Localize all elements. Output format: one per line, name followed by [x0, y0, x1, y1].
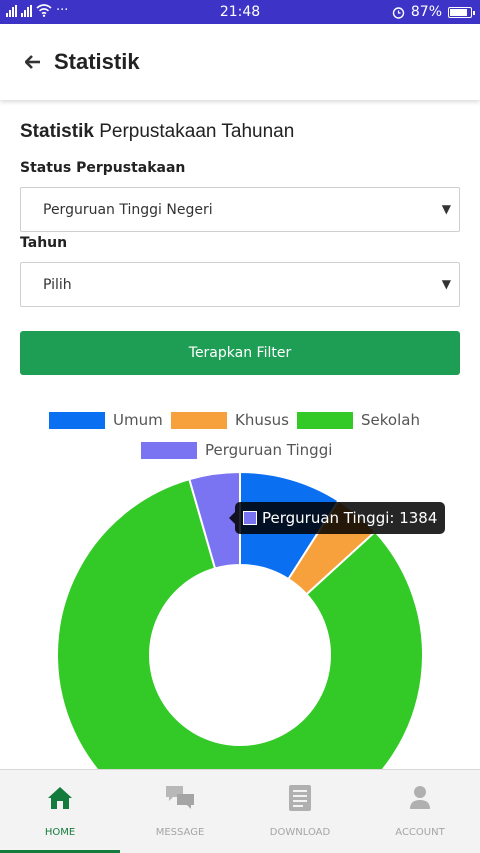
year-select[interactable]: Pilih ▼ — [20, 262, 460, 307]
app-bar: Statistik — [0, 24, 480, 100]
section-title-bold: Statistik — [20, 121, 94, 142]
account-icon — [410, 786, 430, 809]
arrow-left-icon — [25, 55, 40, 69]
download-icon — [289, 785, 311, 811]
nav-download[interactable]: DOWNLOAD — [240, 770, 360, 853]
tooltip-swatch — [243, 511, 257, 525]
year-select-value: Pilih — [43, 276, 72, 293]
nav-download-label: DOWNLOAD — [269, 827, 331, 838]
battery-percent: 87% — [410, 4, 442, 20]
section-title-rest: Perpustakaan Tahunan — [93, 121, 295, 142]
apply-filter-label: Terapkan Filter — [188, 345, 292, 361]
nav-account[interactable]: ACCOUNT — [360, 770, 480, 853]
legend-label-umum: Umum — [113, 411, 163, 429]
apply-filter-button[interactable]: Terapkan Filter — [20, 331, 460, 375]
section-title: Statistik Perpustakaan Tahunan — [20, 121, 294, 143]
tooltip-text: Perguruan Tinggi: 1384 — [262, 509, 438, 527]
status-right: 87% — [392, 4, 475, 20]
status-select-value: Perguruan Tinggi Negeri — [43, 201, 213, 218]
legend-label-sekolah: Sekolah — [361, 411, 420, 429]
battery-level — [450, 8, 467, 16]
legend-swatch-sekolah — [297, 411, 353, 429]
nav-message[interactable]: MESSAGE — [120, 770, 240, 853]
legend-swatch-khusus — [171, 411, 227, 429]
legend-label-khusus: Khusus — [235, 411, 289, 429]
year-label: Tahun — [20, 235, 68, 251]
message-icon — [166, 786, 194, 809]
chart-tooltip: Perguruan Tinggi: 1384 — [228, 502, 446, 534]
status-label: Status Perpustakaan — [20, 160, 186, 176]
legend-item-sekolah[interactable]: Sekolah — [297, 411, 420, 429]
status-select[interactable]: Perguruan Tinggi Negeri ▼ — [20, 187, 460, 232]
battery-icon — [448, 6, 475, 18]
legend-item-umum[interactable]: Umum — [49, 411, 163, 429]
caret-down-icon: ▼ — [441, 277, 451, 291]
alarm-icon — [392, 6, 405, 19]
bottom-nav: HOME MESSAGE DOWNLOAD ACCOUNT — [0, 769, 480, 853]
nav-account-label: ACCOUNT — [395, 827, 445, 838]
donut-chart — [56, 470, 424, 770]
nav-home[interactable]: HOME — [0, 770, 120, 853]
status-bar: ··· 21:48 87% — [0, 0, 480, 24]
legend-swatch-umum — [49, 411, 105, 429]
back-button[interactable] — [18, 47, 48, 77]
page-title: Statistik — [54, 49, 140, 74]
nav-home-label: HOME — [44, 827, 76, 838]
home-icon — [48, 787, 72, 809]
nav-message-label: MESSAGE — [155, 827, 205, 838]
legend-item-khusus[interactable]: Khusus — [171, 411, 289, 429]
caret-down-icon: ▼ — [441, 202, 451, 216]
